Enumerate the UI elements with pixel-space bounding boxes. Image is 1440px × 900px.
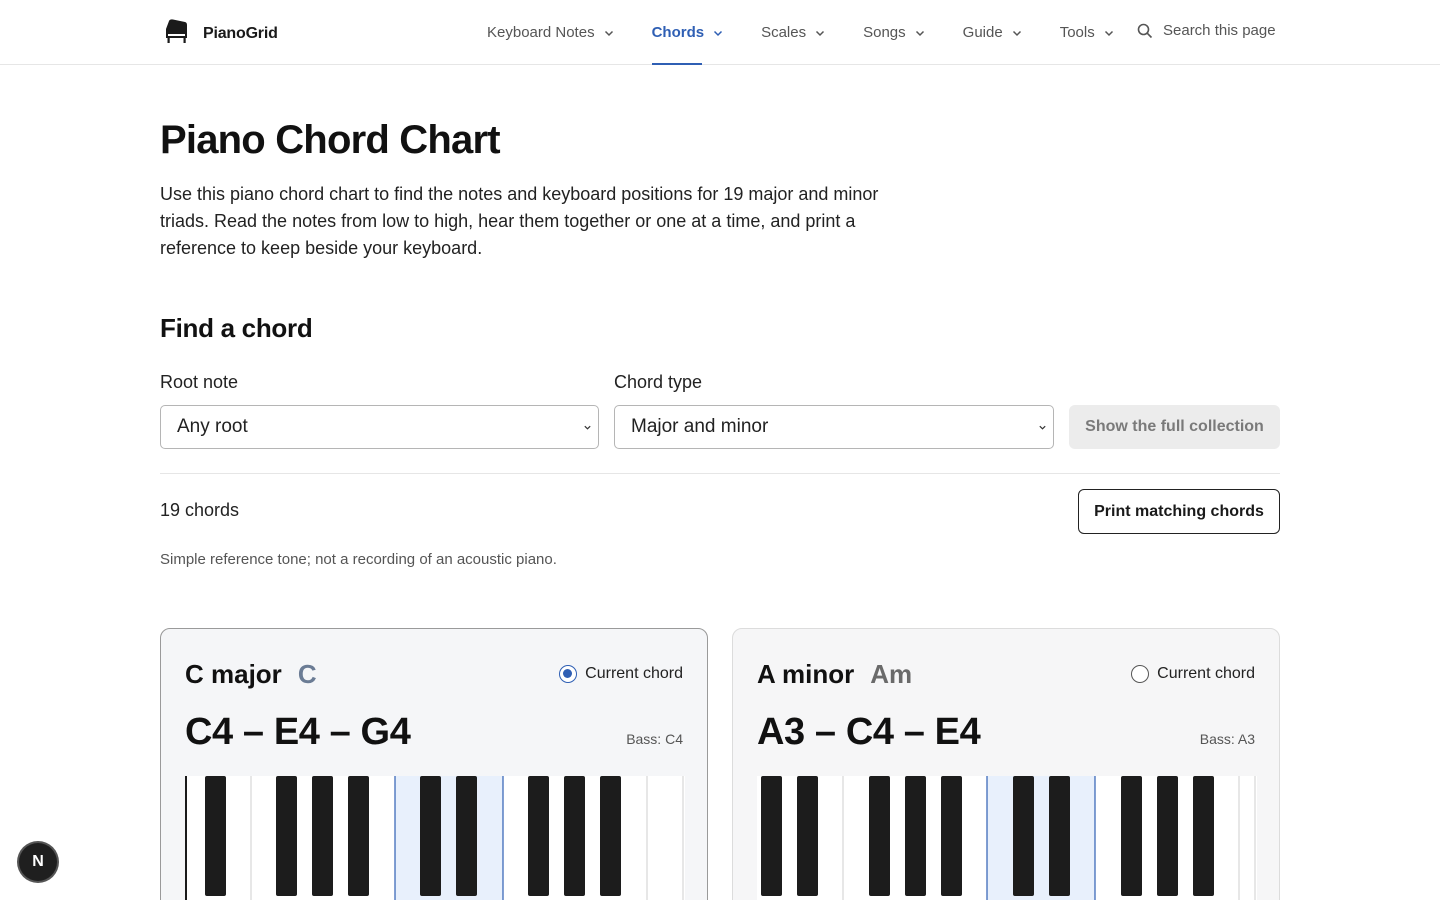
- nav-tools[interactable]: Tools: [1060, 0, 1114, 65]
- brand-name: PianoGrid: [203, 24, 278, 42]
- keyboard-diagram[interactable]: [185, 776, 685, 900]
- print-matching-chords-button[interactable]: Print matching chords: [1078, 489, 1280, 534]
- nav-label: Scales: [761, 24, 807, 41]
- floating-n-button[interactable]: N: [19, 843, 57, 881]
- current-chord-radio[interactable]: Current chord: [559, 665, 683, 683]
- chord-type-label: Chord type: [614, 372, 703, 392]
- search-icon: [1137, 23, 1153, 38]
- chord-card-c-major: C major C Current chord C4 – E4 – G4 Bass…: [160, 628, 708, 900]
- nav-chords[interactable]: Chords: [651, 0, 724, 65]
- nav-label: Guide: [962, 24, 1003, 41]
- nav-label: Songs: [863, 24, 906, 41]
- find-chord-heading: Find a chord: [160, 313, 313, 343]
- radio-label: Current chord: [585, 665, 683, 682]
- site-header: PianoGrid Keyboard Notes Chords Scales S…: [0, 0, 1440, 65]
- chord-title: A minor Am: [757, 659, 912, 690]
- grand-piano-icon: [163, 18, 189, 49]
- bass-note: Bass: C4: [626, 731, 683, 747]
- chord-type-value: Major and minor: [631, 416, 769, 437]
- nav-label: Tools: [1059, 24, 1095, 41]
- chevron-down-icon: [584, 425, 591, 430]
- nav-scales[interactable]: Scales: [761, 0, 825, 65]
- chord-count: 19 chords: [160, 500, 240, 520]
- chevron-down-icon: [714, 30, 723, 36]
- search-label: Search this page: [1163, 22, 1276, 39]
- chord-card-a-minor: A minor Am Current chord A3 – C4 – E4 Bas…: [732, 628, 1280, 900]
- nav-guide[interactable]: Guide: [963, 0, 1022, 65]
- radio-label: Current chord: [1157, 665, 1255, 682]
- root-note-value: Any root: [177, 416, 248, 437]
- nav-label: Keyboard Notes: [487, 24, 595, 41]
- nav-keyboard-notes[interactable]: Keyboard Notes: [487, 0, 614, 65]
- radio-icon: [1131, 665, 1150, 683]
- chevron-down-icon: [816, 30, 825, 36]
- nav-songs[interactable]: Songs: [863, 0, 925, 65]
- chord-name: C major: [185, 659, 282, 689]
- keyboard-diagram[interactable]: [757, 776, 1257, 900]
- chord-notes: A3 – C4 – E4: [757, 711, 981, 753]
- divider: [160, 473, 1280, 474]
- logo-link[interactable]: PianoGrid: [163, 18, 278, 49]
- chord-symbol: Am: [870, 659, 913, 689]
- nav-label: Chords: [651, 24, 705, 41]
- show-full-collection-button[interactable]: Show the full collection: [1069, 405, 1280, 449]
- chevron-down-icon: [1039, 425, 1046, 430]
- root-note-select[interactable]: Any root: [160, 405, 599, 449]
- white-keys: [757, 776, 1257, 900]
- chord-notes: C4 – E4 – G4: [185, 711, 411, 753]
- root-note-label: Root note: [160, 372, 239, 392]
- chord-symbol: C: [297, 659, 317, 689]
- chevron-down-icon: [915, 30, 924, 36]
- audio-note: Simple reference tone; not a recording o…: [160, 551, 557, 568]
- chord-type-select[interactable]: Major and minor: [614, 405, 1054, 449]
- chevron-down-icon: [604, 30, 613, 36]
- chord-name: A minor: [757, 659, 855, 689]
- chord-title: C major C: [185, 659, 317, 690]
- main-nav: Keyboard Notes Chords Scales Songs Guide…: [487, 0, 1152, 65]
- intro-text: Use this piano chord chart to find the n…: [160, 184, 879, 258]
- chevron-down-icon: [1104, 30, 1113, 36]
- page-title: Piano Chord Chart: [160, 118, 501, 162]
- search-button[interactable]: Search this page: [1137, 22, 1276, 39]
- bass-note: Bass: A3: [1199, 731, 1255, 747]
- radio-icon: [559, 665, 578, 683]
- current-chord-radio[interactable]: Current chord: [1131, 665, 1255, 683]
- chevron-down-icon: [1012, 30, 1021, 36]
